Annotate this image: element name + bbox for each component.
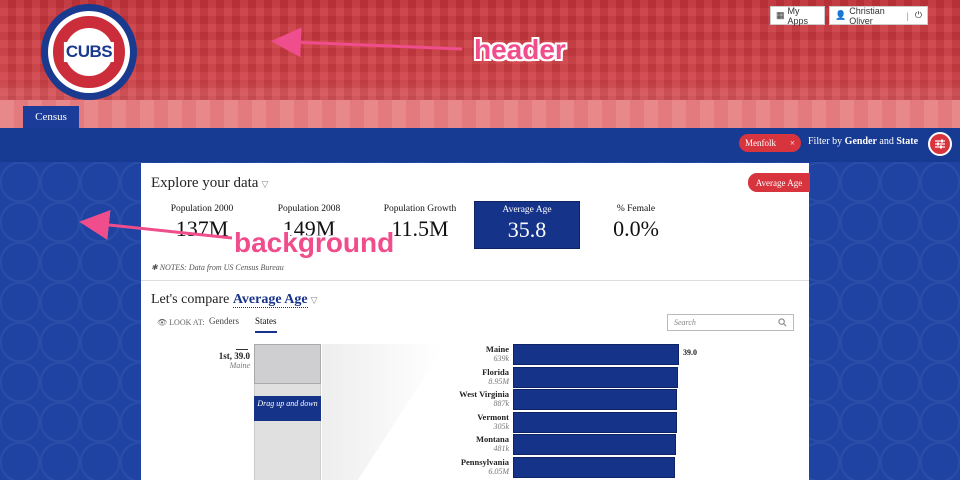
logo-text: CUBS [63, 42, 115, 62]
data-notes: ✱ NOTES: Data from US Census Bureau [151, 263, 284, 272]
rank-label: 1st, 39.0 [218, 351, 250, 361]
search-input[interactable]: Search [667, 314, 794, 331]
state-bar[interactable] [513, 344, 679, 365]
state-bar-row[interactable]: Vermont 305k [441, 411, 821, 434]
state-population: 887k [493, 399, 509, 408]
state-bar[interactable] [513, 411, 678, 433]
rank-slider-window[interactable] [254, 344, 321, 384]
stat-label: Average Age [502, 205, 552, 215]
my-apps-label: My Apps [787, 5, 809, 26]
stat-label: % Female [616, 204, 656, 214]
state-name: Pennsylvania [460, 456, 509, 467]
filter-and: and [879, 136, 894, 147]
compare-metric-dropdown[interactable]: Average Age [232, 292, 308, 308]
state-name: Montana [475, 434, 509, 444]
stat-label: Population 2000 [170, 204, 234, 214]
state-population: 481k [493, 444, 509, 453]
state-population: 639k [493, 354, 509, 363]
filter-state: State [896, 136, 919, 147]
annotation-header: header [474, 34, 566, 65]
chevron-down-icon[interactable]: ▽ [311, 295, 318, 305]
my-apps-button[interactable]: ▦ My Apps [770, 5, 825, 26]
search-placeholder: Search [674, 318, 696, 327]
state-bar-row[interactable]: Montana 481k [441, 434, 821, 456]
slider-zoom-fade [322, 344, 442, 480]
state-bar-row[interactable]: West Virginia 887k [441, 389, 821, 411]
state-bar[interactable] [513, 456, 676, 478]
grid-icon: ▦ [776, 10, 785, 20]
state-population: 8.95M [488, 376, 509, 386]
header-stripe [0, 100, 960, 128]
user-separator: | [906, 10, 909, 21]
stat-value: 35.8 [507, 217, 547, 242]
state-bar[interactable] [513, 389, 678, 410]
sliders-icon [935, 139, 945, 149]
drag-tooltip: Drag up and down [254, 396, 321, 421]
state-bar-row[interactable]: Florida 8.95M [441, 366, 821, 389]
section-divider [141, 280, 809, 281]
team-logo[interactable]: CUBS [41, 4, 137, 100]
filter-gender: Gender [844, 136, 877, 147]
filter-prefix: Filter by [808, 136, 843, 147]
stat-label: Population 2008 [277, 204, 341, 214]
tab-genders[interactable]: Genders [209, 316, 239, 331]
state-population: 305k [493, 421, 509, 431]
state-bar-row[interactable]: Pennsylvania 6.05M [441, 456, 821, 479]
average-age-tag[interactable]: Average Age [748, 173, 810, 192]
user-icon: 👤 [835, 10, 847, 20]
stat-percent-female[interactable]: % Female 0.0% [583, 201, 689, 249]
tab-census[interactable]: Census [23, 106, 79, 128]
explore-title[interactable]: Explore your data ▽ [151, 175, 268, 192]
state-name: West Virginia [459, 389, 509, 399]
filter-label: Filter by Gender and State [808, 136, 918, 147]
compare-title-text: Let's compare [151, 292, 230, 307]
filter-settings-button[interactable] [928, 132, 952, 156]
bar-value-label: 39.0 [683, 348, 697, 357]
tab-states[interactable]: States [255, 316, 277, 333]
power-icon[interactable]: ⏻ [915, 10, 922, 21]
rank-tick [236, 349, 248, 350]
explore-title-text: Explore your data [151, 175, 259, 191]
main-panel: Explore your data ▽ Average Age Populatio… [141, 163, 810, 480]
state-bar-row[interactable]: Maine 639k 39.0 [441, 344, 821, 366]
chevron-down-icon: ▽ [261, 179, 269, 189]
state-bar[interactable] [513, 366, 678, 388]
state-name: Maine [485, 344, 509, 354]
chip-label: Menfolk [745, 138, 776, 148]
compare-title: Let's compare Average Age ▽ [151, 292, 318, 308]
gender-filter-chip[interactable]: Menfolk × [739, 134, 801, 152]
look-at-label: 👁 LOOK AT: [157, 318, 205, 327]
rank-state: Maine [229, 361, 250, 370]
stat-value: 0.0% [613, 216, 659, 241]
stat-average-age[interactable]: Average Age 35.8 [474, 201, 580, 249]
close-icon[interactable]: × [790, 138, 795, 148]
state-name: Florida [482, 366, 509, 377]
search-icon [778, 318, 787, 327]
user-name: Christian Oliver [849, 5, 885, 26]
state-name: Vermont [477, 411, 509, 422]
user-menu-button[interactable]: 👤 Christian Oliver | ⏻ [829, 5, 928, 26]
state-population: 6.05M [488, 466, 509, 476]
state-bar[interactable] [513, 434, 676, 455]
annotation-background: background [234, 227, 395, 258]
stat-label: Population Growth [383, 204, 457, 214]
